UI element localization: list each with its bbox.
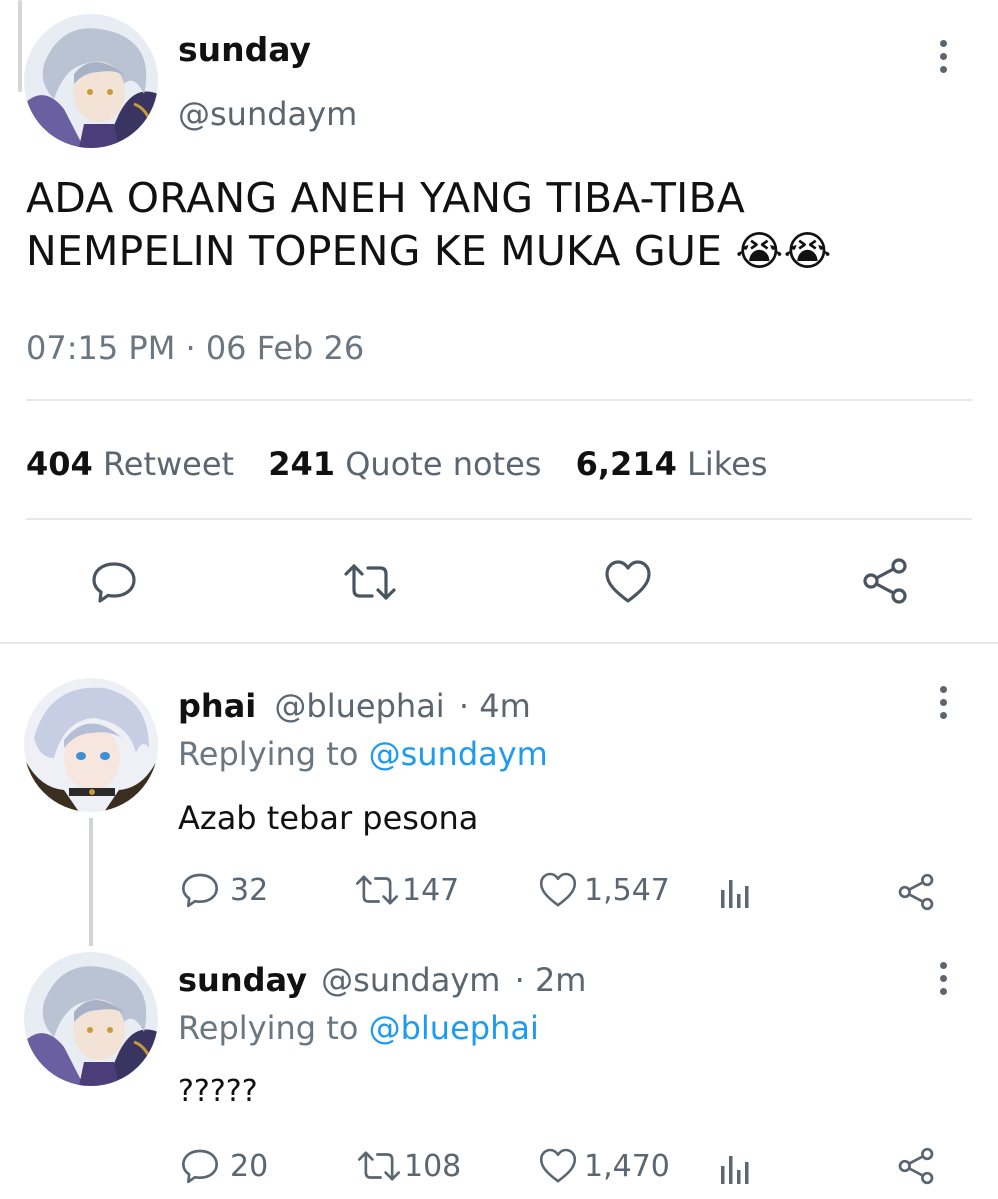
avatar-image-icon (24, 14, 158, 148)
reply1-more-menu-icon[interactable] (933, 686, 953, 719)
likes-stat[interactable]: 6,214 Likes (576, 445, 768, 483)
reply2-replying-prefix: Replying to (178, 1009, 359, 1047)
reply1-author-name[interactable]: phai (178, 687, 256, 725)
reply2-avatar[interactable] (24, 952, 158, 1086)
tweet-more-menu-icon[interactable] (933, 40, 953, 73)
reply-icon (182, 873, 219, 908)
share-icon[interactable] (860, 556, 910, 606)
reply1-retweet-count: 147 (402, 872, 460, 908)
reply-icon[interactable] (90, 558, 138, 606)
crying-emoji-icon: 😭😭 (735, 227, 832, 275)
reply1-text: Azab tebar pesona (178, 799, 479, 837)
reply1-header: phai @bluephai · 4m (178, 686, 531, 726)
divider-top (26, 399, 972, 401)
tweet-text-line1: ADA ORANG ANEH YANG TIBA-TIBA (26, 174, 746, 222)
tweet-text-line2: NEMPELIN TOPENG KE MUKA GUE 😭😭 (26, 225, 832, 278)
tweet-stats: 404 Retweet 241 Quote notes 6,214 Likes (26, 444, 767, 484)
avatar-image-icon (24, 952, 158, 1086)
reply2-header: sunday @sundaym · 2m (178, 960, 586, 1000)
likes-label: Likes (687, 445, 768, 483)
reply1-replying-to: Replying to @sundaym (178, 734, 548, 774)
quote-stat[interactable]: 241 Quote notes (268, 445, 551, 483)
reply2-replying-handle[interactable]: @bluephai (369, 1009, 539, 1047)
reply2-time: · 2m (514, 961, 587, 999)
retweet-stat[interactable]: 404 Retweet (26, 445, 244, 483)
reply2-more-menu-icon[interactable] (933, 962, 953, 995)
retweet-count: 404 (26, 445, 93, 483)
reply1-reply-count: 32 (230, 872, 269, 908)
reply1-like-action[interactable]: 1,547 (538, 870, 670, 910)
retweet-icon (357, 1151, 401, 1181)
reply1-reply-action[interactable]: 32 (180, 870, 268, 910)
like-icon (539, 1148, 577, 1183)
reply1-time: · 4m (458, 687, 531, 725)
divider-stats (26, 518, 972, 520)
reply1-replying-handle[interactable]: @sundaym (369, 735, 548, 773)
reply1-replying-prefix: Replying to (178, 735, 359, 773)
reply2-author-handle[interactable]: @sundaym (321, 961, 500, 999)
reply2-text: ????? (178, 1074, 258, 1109)
like-icon (539, 872, 577, 907)
reply2-replying-to: Replying to @bluephai (178, 1008, 539, 1048)
reply2-views-icon[interactable] (718, 1150, 752, 1190)
section-divider (0, 642, 998, 644)
quote-count: 241 (268, 445, 336, 483)
tweet-timestamp[interactable]: 07:15 PM · 06 Feb 26 (26, 328, 364, 368)
like-icon[interactable] (603, 558, 653, 606)
retweet-icon (355, 875, 399, 905)
avatar-image-icon (24, 678, 158, 812)
retweet-label: Retweet (102, 445, 235, 483)
reply2-reply-count: 20 (230, 1148, 269, 1184)
reply1-retweet-action[interactable]: 147 (354, 870, 459, 910)
tweet-text-line2-words: NEMPELIN TOPENG KE MUKA GUE (26, 227, 723, 275)
reply1-avatar[interactable] (24, 678, 158, 812)
reply1-like-count: 1,547 (584, 872, 670, 908)
thread-line (89, 818, 93, 946)
reply2-author-name[interactable]: sunday (178, 961, 307, 999)
author-name[interactable]: sunday (178, 30, 311, 70)
reply2-reply-action[interactable]: 20 (180, 1146, 268, 1186)
quote-label: Quote notes (345, 445, 542, 483)
reply1-share-icon[interactable] (896, 872, 936, 916)
reply1-author-handle[interactable]: @bluephai (274, 687, 444, 725)
reply2-retweet-action[interactable]: 108 (356, 1146, 461, 1186)
reply2-like-action[interactable]: 1,470 (538, 1146, 670, 1186)
reply1-views-icon[interactable] (718, 874, 752, 914)
likes-count: 6,214 (575, 445, 677, 483)
reply2-share-icon[interactable] (896, 1146, 936, 1190)
reply2-retweet-count: 108 (404, 1148, 462, 1184)
reply-icon (182, 1149, 219, 1184)
retweet-icon[interactable] (342, 558, 398, 606)
author-avatar[interactable] (24, 14, 158, 148)
author-handle[interactable]: @sundaym (178, 94, 357, 134)
scrollbar[interactable] (18, 0, 22, 92)
tweet-text: ADA ORANG ANEH YANG TIBA-TIBA NEMPELIN T… (26, 172, 832, 278)
reply2-like-count: 1,470 (584, 1148, 670, 1184)
